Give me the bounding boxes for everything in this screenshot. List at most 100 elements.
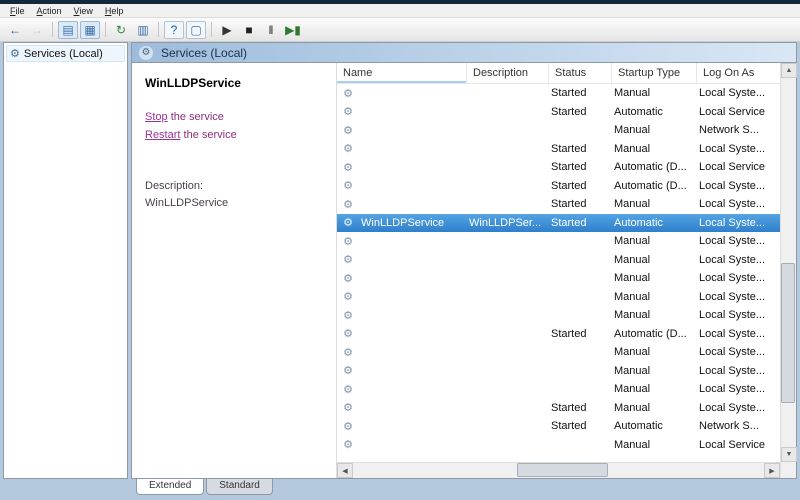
help-button[interactable]: ? [164,20,184,39]
service-startup-cell: Manual [614,383,651,396]
service-gear-icon: ⚙ [343,309,353,322]
service-startup-cell: Manual [614,142,651,155]
column-header-name[interactable]: Name [337,63,467,83]
service-row[interactable]: ⚙ Manual Local Syste... [337,306,780,325]
tab-extended[interactable]: Extended [136,479,205,495]
service-status-cell: Started [551,327,587,340]
scroll-up-button[interactable]: ▲ [781,63,797,78]
service-logon-cell: Local Syste... [699,216,766,229]
service-description-cell: WinLLDPSer... [469,216,542,229]
service-startup-cell: Automatic (D... [614,327,687,340]
service-logon-cell: Local Syste... [699,401,766,414]
export-list-button[interactable]: ▥ [133,21,153,39]
tree-item-label: Services (Local) [23,47,103,60]
menu-action[interactable]: Action [31,6,68,16]
stop-service-link[interactable]: Stop [145,111,168,123]
service-row[interactable]: ⚙ Manual Local Syste... [337,288,780,307]
pane-header: ⚙ Services (Local) [131,42,797,62]
horizontal-scroll-track[interactable] [353,463,764,478]
service-row[interactable]: ⚙ Manual Local Syste... [337,232,780,251]
restart-service-button[interactable]: ▶▮ [283,21,303,39]
service-row[interactable]: ⚙ WinLLDPService WinLLDPSer... Started A… [337,213,780,232]
service-row[interactable]: ⚙ Started Manual Local Syste... [337,84,780,103]
service-row[interactable]: ⚙ Started Automatic (D... Local Service [337,158,780,177]
scroll-down-button[interactable]: ▼ [781,447,797,462]
scroll-right-button[interactable]: ▶ [764,463,780,478]
service-row[interactable]: ⚙ Started Automatic (D... Local Syste... [337,325,780,344]
service-row[interactable]: ⚙ Manual Local Syste... [337,343,780,362]
service-gear-icon: ⚙ [343,106,353,119]
back-button[interactable]: ← [5,21,25,39]
vertical-scroll-thumb[interactable] [781,262,795,403]
services-gear-icon: ⚙ [10,48,20,60]
service-row[interactable]: ⚙ Started Manual Local Syste... [337,399,780,418]
properties-button[interactable]: ▦ [80,20,100,39]
service-status-cell: Started [551,142,587,155]
service-startup-cell: Manual [614,124,651,137]
scroll-left-button[interactable]: ◀ [337,463,353,478]
service-gear-icon: ⚙ [343,143,353,156]
window-button[interactable]: ▢ [186,20,206,39]
service-startup-cell: Manual [614,272,651,285]
service-gear-icon: ⚙ [343,439,353,452]
vertical-scrollbar[interactable]: ▲ ▼ [780,63,797,478]
service-row[interactable]: ⚙ Started Automatic Local Service [337,103,780,122]
service-row[interactable]: ⚙ Manual Local Syste... [337,380,780,399]
service-startup-cell: Manual [614,438,651,451]
service-status-cell: Started [551,87,587,100]
refresh-button[interactable]: ↻ [111,21,131,39]
service-row[interactable]: ⚙ Manual Local Syste... [337,269,780,288]
service-description: Description: WinLLDPService [145,178,328,211]
column-header-status[interactable]: Status [549,63,612,83]
services-table: Name Description Status Startup Type Log… [336,63,780,478]
service-row[interactable]: ⚙ Started Manual Local Syste... [337,195,780,214]
service-logon-cell: Local Syste... [699,364,766,377]
forward-button[interactable]: → [27,21,47,39]
services-table-body: ⚙ Started Manual Local Syste... ⚙ Starte… [337,84,780,462]
service-logon-cell: Local Syste... [699,198,766,211]
menu-file[interactable]: File [4,6,31,16]
service-startup-cell: Manual [614,364,651,377]
extended-view-panel: WinLLDPService Stop the service Restart … [132,63,336,478]
service-row[interactable]: ⚙ Started Automatic (D... Local Syste... [337,177,780,196]
service-gear-icon: ⚙ [343,217,353,230]
service-logon-cell: Local Syste... [699,309,766,322]
service-gear-icon: ⚙ [343,383,353,396]
service-row[interactable]: ⚙ Manual Local Service [337,436,780,455]
service-startup-cell: Manual [614,290,651,303]
service-gear-icon: ⚙ [343,272,353,285]
horizontal-scrollbar[interactable]: ◀ ▶ [337,462,780,478]
column-header-log-on-as[interactable]: Log On As [697,63,780,83]
pause-service-button[interactable]: ‖ [261,21,281,39]
console-tree-panel: ⚙ Services (Local) [3,42,128,479]
horizontal-scroll-thumb[interactable] [517,463,608,477]
pane-header-gear-icon: ⚙ [139,45,153,60]
service-logon-cell: Local Syste... [699,290,766,303]
stop-service-button[interactable]: ■ [239,21,259,39]
column-header-description[interactable]: Description [467,63,549,83]
service-logon-cell: Local Service [699,105,766,118]
menu-view[interactable]: View [68,6,99,16]
restart-service-link[interactable]: Restart [145,129,180,141]
show-console-tree-button[interactable]: ▤ [58,20,78,39]
service-gear-icon: ⚙ [343,254,353,267]
service-logon-cell: Local Syste... [699,87,766,100]
service-row[interactable]: ⚙ Started Manual Local Syste... [337,140,780,159]
column-header-startup-type[interactable]: Startup Type [612,63,697,83]
service-startup-cell: Automatic [614,420,663,433]
service-logon-cell: Local Service [699,438,766,451]
service-logon-cell: Local Syste... [699,346,766,359]
tab-standard[interactable]: Standard [206,479,273,495]
start-service-button[interactable]: ▶ [217,21,237,39]
menu-help[interactable]: Help [99,6,130,16]
service-startup-cell: Automatic (D... [614,179,687,192]
tree-item-services-local[interactable]: ⚙ Services (Local) [6,45,125,62]
service-logon-cell: Local Syste... [699,383,766,396]
service-row[interactable]: ⚙ Manual Local Syste... [337,362,780,381]
service-gear-icon: ⚙ [343,420,353,433]
service-row[interactable]: ⚙ Started Automatic Network S... [337,417,780,436]
service-row[interactable]: ⚙ Manual Local Syste... [337,251,780,270]
toolbar-separator [211,22,212,37]
vertical-scroll-track[interactable] [781,78,796,447]
service-row[interactable]: ⚙ Manual Network S... [337,121,780,140]
